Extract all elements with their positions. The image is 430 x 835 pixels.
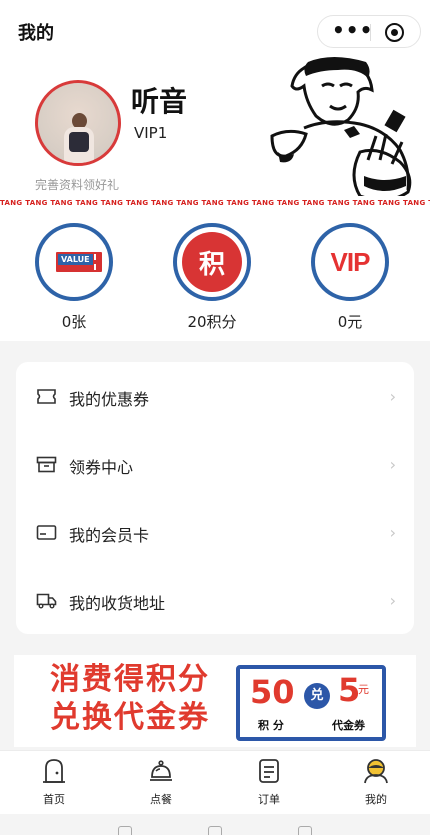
menu-item-member-card[interactable]: 我的会员卡 › [16, 499, 414, 567]
system-back-key[interactable] [298, 826, 312, 835]
stat-balance[interactable]: VIP 0元 [305, 223, 395, 332]
card-icon [36, 524, 57, 541]
banner-line-2: 兑换代金券 [50, 700, 210, 735]
target-circle-icon[interactable] [385, 23, 404, 42]
profile-section: 听音 VIP1 完善资料领好礼 TANG TANG TANG TANG TANG [0, 56, 430, 211]
menu-item-label: 我的会员卡 [69, 526, 150, 545]
member-level: VIP1 [134, 124, 168, 142]
avatar[interactable] [35, 80, 121, 166]
banner-coupon-graphic: 50 兑 5 元 积 分 代金券 [236, 665, 386, 741]
brand-strip: TANG TANG TANG TANG TANG TANG TANG TANG … [0, 196, 430, 210]
chevron-right-icon: › [389, 523, 396, 542]
complete-profile-link[interactable]: 完善资料领好礼 [35, 176, 119, 193]
box-icon [36, 456, 57, 473]
tab-home[interactable]: 首页 [11, 757, 97, 807]
tab-label: 点餐 [150, 793, 172, 806]
stat-points[interactable]: 积 20积分 [167, 223, 257, 332]
banner-line-1: 消费得积分 [50, 662, 210, 697]
chevron-right-icon: › [389, 455, 396, 474]
capsule-divider [370, 24, 371, 41]
menu-item-my-coupons[interactable]: 我的优惠券 › [16, 363, 414, 431]
vip-icon: VIP [311, 223, 389, 301]
coupon-points-number: 50 [250, 673, 295, 711]
chevron-right-icon: › [389, 387, 396, 406]
points-icon: 积 [173, 223, 251, 301]
points-badge-text: 积 [198, 250, 225, 280]
stats-row: VALUE 0张 积 20积分 VIP 0元 [0, 211, 430, 341]
menu-item-address[interactable]: 我的收货地址 › [16, 567, 414, 635]
tab-label: 我的 [365, 793, 387, 806]
menu-item-coupon-center[interactable]: 领券中心 › [16, 431, 414, 499]
value-badge-text: VALUE [58, 254, 93, 265]
coupon-cash-unit: 元 [358, 683, 369, 696]
user-name: 听音 [131, 85, 188, 118]
top-navbar: 我的 ••• [0, 0, 430, 60]
bottom-tabbar: 首页 点餐 订单 我的 [0, 750, 430, 814]
tab-orders[interactable]: 订单 [226, 757, 312, 807]
banner-headline: 消费得积分 兑换代金券 [50, 661, 210, 737]
menu-item-label: 领券中心 [69, 458, 134, 477]
more-dots-icon[interactable]: ••• [332, 20, 372, 41]
tab-label: 订单 [258, 793, 280, 806]
stat-coupons-value: 0张 [61, 313, 87, 331]
coupon-cash-label: 代金券 [332, 719, 365, 732]
tab-order-food[interactable]: 点餐 [118, 757, 204, 807]
menu-list: 我的优惠券 › 领券中心 › 我的会员卡 › 我的收货地址 › [16, 362, 414, 634]
system-nav-bar [0, 814, 430, 835]
mini-program-capsule: ••• [317, 15, 421, 48]
page-title: 我的 [18, 23, 54, 44]
truck-icon [36, 592, 57, 609]
exchange-badge: 兑 [304, 683, 330, 709]
stat-balance-value: 0元 [337, 313, 363, 331]
value-ticket-icon: VALUE [35, 223, 113, 301]
cloche-icon [147, 757, 175, 785]
menu-item-label: 我的收货地址 [69, 594, 166, 613]
coupon-icon [36, 388, 57, 405]
home-door-icon [40, 757, 68, 785]
vip-badge-text: VIP [330, 247, 371, 277]
tab-profile[interactable]: 我的 [333, 757, 419, 807]
hero-illustration [264, 56, 430, 211]
stat-coupons[interactable]: VALUE 0张 [29, 223, 119, 332]
system-menu-key[interactable] [118, 826, 132, 835]
stat-points-value: 20积分 [187, 313, 237, 331]
menu-item-label: 我的优惠券 [69, 390, 150, 409]
coupon-points-label: 积 分 [258, 719, 284, 732]
chevron-right-icon: › [389, 591, 396, 610]
order-list-icon [255, 757, 283, 785]
system-home-key[interactable] [208, 826, 222, 835]
points-exchange-banner[interactable]: 消费得积分 兑换代金券 50 兑 5 元 积 分 代金券 [14, 655, 416, 747]
profile-face-icon [362, 757, 390, 785]
coupon-cash-number: 5 [338, 671, 361, 709]
tab-label: 首页 [43, 793, 65, 806]
